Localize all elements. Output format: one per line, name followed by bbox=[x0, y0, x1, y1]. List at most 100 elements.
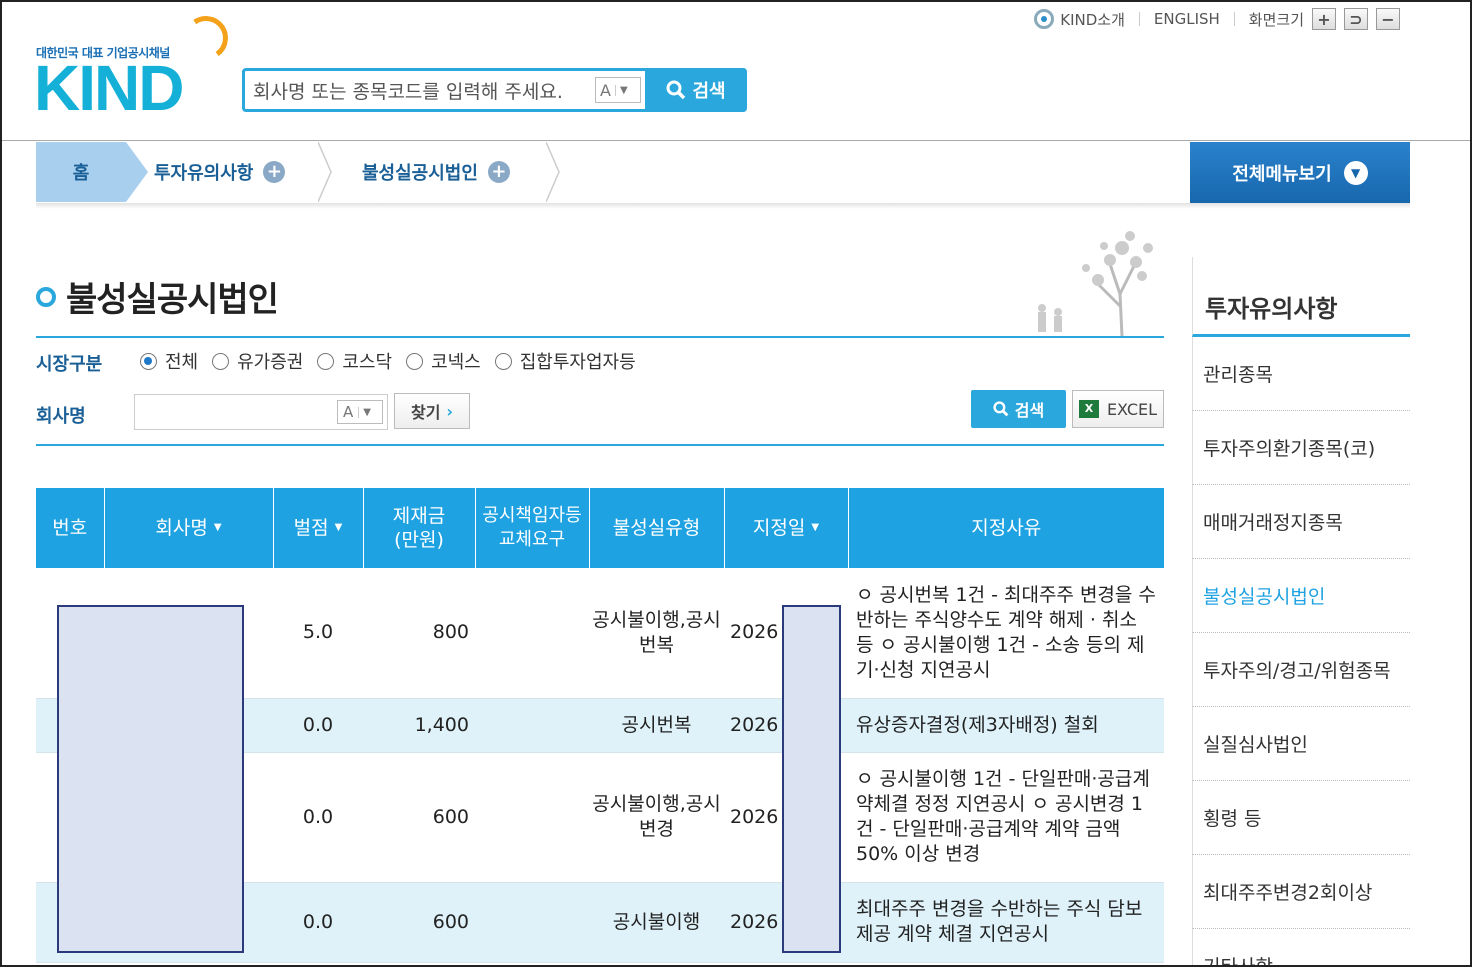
cell-replace bbox=[475, 752, 589, 883]
chevron-right-icon: › bbox=[446, 401, 454, 421]
breadcrumb-home[interactable]: 홈 bbox=[36, 142, 126, 202]
col-header-label: 번호 bbox=[52, 517, 88, 539]
sort-down-icon[interactable]: ▼ bbox=[811, 522, 819, 533]
sort-down-icon[interactable]: ▼ bbox=[214, 522, 222, 533]
breadcrumb: 홈 투자유의사항 + 불성실공시법인 + 전체메뉴보기 ▼ bbox=[36, 142, 1410, 209]
sidebar-item-caution-warning-risk[interactable]: 투자주의/경고/위험종목 bbox=[1192, 633, 1410, 707]
all-menu-button[interactable]: 전체메뉴보기 ▼ bbox=[1190, 142, 1410, 204]
cell-type: 공시불이행,공시변경 bbox=[589, 752, 724, 883]
global-search: 회사명 또는 종목코드를 입력해 주세요. A ▼ 검색 bbox=[242, 68, 747, 112]
redaction-box bbox=[57, 605, 244, 953]
kind-logo[interactable]: 대한민국 대표 기업공시채널 KIND bbox=[34, 12, 234, 124]
sidebar-item-unfaithful-disclosure[interactable]: 불성실공시법인 bbox=[1192, 559, 1410, 633]
english-link[interactable]: ENGLISH bbox=[1154, 10, 1220, 28]
divider bbox=[1233, 12, 1235, 26]
radio-icon[interactable] bbox=[212, 352, 230, 370]
cell-fine: 800 bbox=[363, 568, 475, 699]
col-header-label: 교체요구 bbox=[498, 529, 566, 550]
cell-type: 공시불이행,공시번복 bbox=[589, 568, 724, 699]
tree-illustration-icon bbox=[1038, 231, 1153, 337]
sidebar-item-embezzlement[interactable]: 횡령 등 bbox=[1192, 781, 1410, 855]
market-radio-kospi[interactable]: 유가증권 bbox=[212, 348, 303, 374]
cell-fine: 600 bbox=[363, 752, 475, 883]
title-bullet-icon bbox=[36, 286, 56, 307]
company-lang-select[interactable]: A ▼ bbox=[337, 400, 383, 424]
col-header-label: 지정사유 bbox=[971, 517, 1042, 539]
zoom-out-button[interactable]: − bbox=[1376, 8, 1400, 30]
search-icon bbox=[993, 401, 1009, 417]
sidebar: 투자유의사항 관리종목 투자주의환기종목(코) 매매거래정지종목 불성실공시법인… bbox=[1192, 257, 1410, 965]
lang-value: A bbox=[600, 80, 611, 100]
col-header-label: 제재금 bbox=[392, 505, 446, 527]
chevron-down-icon: ▼ bbox=[614, 84, 628, 96]
search-button[interactable]: 검색 bbox=[645, 68, 747, 112]
cell-reason: ㅇ 공시불이행 1건 - 단일판매·공급계약체결 정정 지연공시 ㅇ 공시변경 … bbox=[848, 752, 1164, 883]
find-button[interactable]: 찾기 › bbox=[394, 393, 470, 429]
cell-reason: 유상증자결정(제3자배정) 철회 bbox=[848, 698, 1164, 753]
kind-intro-link[interactable]: KIND소개 bbox=[1060, 9, 1125, 30]
breadcrumb-level2-label: 불성실공시법인 bbox=[362, 163, 478, 184]
sidebar-item-review[interactable]: 실질심사법인 bbox=[1192, 707, 1410, 781]
filter-search-label: 검색 bbox=[1014, 401, 1045, 420]
filter-search-button[interactable]: 검색 bbox=[971, 390, 1066, 428]
breadcrumb-chevron-icon bbox=[546, 142, 560, 202]
sidebar-title: 투자유의사항 bbox=[1192, 257, 1410, 337]
breadcrumb-level2[interactable]: 불성실공시법인 + bbox=[362, 142, 510, 202]
sidebar-item-managed[interactable]: 관리종목 bbox=[1192, 337, 1410, 411]
market-radio-group: 전체 유가증권 코스닥 코넥스 집합투자업자등 bbox=[140, 348, 650, 374]
market-radio-fund[interactable]: 집합투자업자등 bbox=[494, 348, 636, 374]
radio-selected-icon[interactable] bbox=[140, 352, 157, 370]
excel-icon: X bbox=[1078, 400, 1099, 418]
market-radio-label: 집합투자업자등 bbox=[519, 352, 636, 373]
radio-icon[interactable] bbox=[494, 352, 512, 370]
col-header-penalty[interactable]: 벌점 ▼ bbox=[273, 488, 364, 568]
sidebar-item-others[interactable]: 기타사항 bbox=[1192, 929, 1410, 965]
market-radio-label: 코스닥 bbox=[342, 352, 393, 373]
radio-icon[interactable] bbox=[317, 352, 335, 370]
cell-penalty: 5.0 bbox=[273, 568, 363, 699]
col-header-date[interactable]: 지정일 ▼ bbox=[724, 488, 849, 568]
sidebar-item-trading-halt[interactable]: 매매거래정지종목 bbox=[1192, 485, 1410, 559]
radio-icon[interactable] bbox=[406, 352, 424, 370]
search-input[interactable]: 회사명 또는 종목코드를 입력해 주세요. bbox=[245, 77, 595, 104]
utility-bar: KIND소개 ENGLISH 화면크기 + ⊃ − bbox=[1034, 8, 1400, 30]
sidebar-item-caution-alert[interactable]: 투자주의환기종목(코) bbox=[1192, 411, 1410, 485]
lang-value: A bbox=[343, 403, 354, 421]
cell-type: 공시불이행 bbox=[589, 882, 724, 963]
cell-replace bbox=[475, 568, 589, 699]
plus-icon[interactable]: + bbox=[487, 161, 510, 183]
market-radio-kosdaq[interactable]: 코스닥 bbox=[317, 348, 392, 374]
cell-replace bbox=[475, 882, 589, 963]
cell-type: 공시번복 bbox=[589, 698, 724, 753]
market-radio-label: 전체 bbox=[165, 352, 199, 373]
page-title: 불성실공시법인 bbox=[36, 272, 279, 321]
logo-wordmark: KIND bbox=[34, 52, 184, 124]
divider bbox=[1138, 12, 1140, 26]
col-header-type: 불성실유형 bbox=[589, 488, 725, 568]
sort-down-icon[interactable]: ▼ bbox=[335, 522, 343, 533]
screen-size-label: 화면크기 bbox=[1248, 10, 1304, 29]
breadcrumb-level1[interactable]: 투자유의사항 + bbox=[154, 142, 286, 202]
header-divider bbox=[2, 140, 1470, 141]
col-header-replace: 공시책임자등교체요구 bbox=[475, 488, 590, 568]
excel-button-label: EXCEL bbox=[1106, 399, 1158, 419]
plus-icon[interactable]: + bbox=[263, 161, 286, 183]
kind-intro-icon bbox=[1034, 9, 1055, 29]
cell-reason: 최대주주 변경을 수반하는 주식 담보제공 계약 체결 지연공시 bbox=[848, 882, 1164, 963]
cell-penalty: 0.0 bbox=[273, 752, 363, 883]
sidebar-item-shareholder-change[interactable]: 최대주주변경2회이상 bbox=[1192, 855, 1410, 929]
market-radio-all[interactable]: 전체 bbox=[140, 348, 198, 374]
col-header-label: 벌점 bbox=[293, 516, 329, 539]
breadcrumb-chevron-icon bbox=[318, 142, 332, 202]
company-label: 회사명 bbox=[36, 406, 86, 427]
zoom-reset-button[interactable]: ⊃ bbox=[1344, 8, 1368, 30]
chevron-down-icon: ▼ bbox=[358, 406, 371, 418]
all-menu-label: 전체메뉴보기 bbox=[1232, 164, 1332, 185]
excel-download-button[interactable]: X EXCEL bbox=[1072, 390, 1164, 428]
search-lang-select[interactable]: A ▼ bbox=[595, 77, 641, 103]
col-header-company[interactable]: 회사명 ▼ bbox=[104, 488, 274, 568]
market-radio-konex[interactable]: 코넥스 bbox=[406, 348, 481, 374]
col-header-label: 공시책임자등 bbox=[482, 505, 582, 526]
zoom-in-button[interactable]: + bbox=[1312, 8, 1336, 30]
company-name-input[interactable]: A ▼ bbox=[134, 394, 388, 430]
